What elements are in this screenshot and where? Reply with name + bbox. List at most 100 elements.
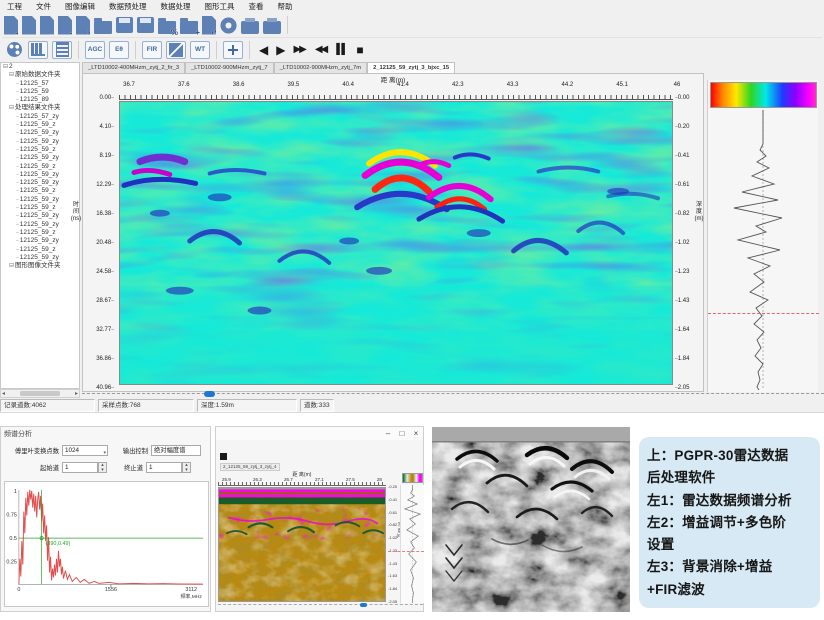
fir-button[interactable]: FIR: [142, 41, 162, 59]
depth-tick-label: 0.00: [675, 95, 705, 101]
menu-item[interactable]: 查看: [242, 1, 271, 12]
gain-scroll-thumb[interactable]: [360, 603, 367, 607]
gain-radargram-image[interactable]: [218, 487, 386, 602]
tree-item[interactable]: 12125_59_zy: [1, 254, 79, 262]
scroll-left-arrow[interactable]: ◂: [2, 390, 5, 397]
document-tab[interactable]: _LTD10002-400MHzm_zytj_2_fir_3: [82, 62, 185, 73]
toolbar-icon[interactable]: ×: [76, 16, 90, 35]
tree-item[interactable]: 12125_59_zy: [1, 196, 79, 204]
toolbar-icon[interactable]: [241, 21, 259, 34]
menu-item[interactable]: 图形工具: [198, 1, 242, 12]
tree-item[interactable]: 12125_59_z: [1, 187, 79, 195]
tree-item[interactable]: 12125_59_z: [1, 163, 79, 171]
spectrum-plot[interactable]: 1 0.75 0.5 0.25 0 1556 3112 频率,MHz (390,…: [4, 481, 209, 607]
menu-item[interactable]: 数据处理: [154, 1, 198, 12]
toolbar-icon[interactable]: [94, 21, 112, 34]
toolbar-icon[interactable]: +: [4, 16, 18, 35]
scroll-right-arrow[interactable]: ▸: [75, 390, 78, 397]
y-tick-label: 28.67: [83, 298, 117, 304]
toolbar-icon[interactable]: %: [158, 21, 176, 34]
minimize-button[interactable]: –: [381, 428, 395, 439]
playback-button[interactable]: ■: [356, 43, 361, 57]
document-tab[interactable]: _LTD10002-900MHzm_zytj_7m: [274, 62, 367, 73]
playback-button[interactable]: ▶: [276, 43, 283, 57]
menu-item[interactable]: 工程: [0, 1, 29, 12]
tree-scroll-thumb[interactable]: [20, 391, 60, 396]
tree-item[interactable]: 原始数据文件夹: [1, 71, 79, 79]
end-trace-spinner[interactable]: ▴▾: [182, 462, 191, 473]
toolbar-icon[interactable]: −: [58, 16, 72, 35]
close-button[interactable]: ×: [409, 428, 423, 439]
playback-button[interactable]: ▶▶: [293, 44, 304, 55]
svg-text:频率,MHz: 频率,MHz: [180, 593, 202, 600]
list-icon[interactable]: [52, 41, 72, 59]
tree-item[interactable]: 处理结果文件夹: [1, 104, 79, 112]
plot-h-scrollbar[interactable]: [82, 393, 824, 398]
agc-button[interactable]: AGC: [85, 41, 105, 59]
brush-icon[interactable]: [166, 41, 186, 59]
wt-button[interactable]: WT: [190, 41, 210, 59]
gray-radargram-image: [432, 427, 630, 612]
icon-badge: →: [48, 29, 56, 38]
tree-h-scrollbar[interactable]: ◂ ▸: [0, 389, 80, 398]
trace-waveform[interactable]: [710, 110, 817, 390]
playback-button[interactable]: ◀: [259, 43, 266, 57]
tree-item[interactable]: 12125_59_zy: [1, 237, 79, 245]
tree-item[interactable]: 12125_59_zy: [1, 154, 79, 162]
gain-h-scrollbar[interactable]: [218, 604, 423, 608]
plot-scroll-thumb[interactable]: [204, 391, 215, 397]
end-trace-input[interactable]: 1: [146, 462, 182, 473]
tree-item[interactable]: 12125_57: [1, 80, 79, 88]
toolbar-icon[interactable]: →: [40, 16, 54, 35]
etheta-button[interactable]: Eθ: [109, 41, 129, 59]
caption-line: 左2：增益调节+多色阶: [647, 512, 812, 534]
tree-item[interactable]: 12125_59_z: [1, 121, 79, 129]
menu-item[interactable]: 文件: [29, 1, 58, 12]
tree-item[interactable]: 12125_59_zy: [1, 221, 79, 229]
palette-icon[interactable]: [4, 41, 24, 59]
maximize-button[interactable]: □: [395, 428, 409, 439]
toolbar-icon[interactable]: [263, 21, 281, 34]
y-tick-label: 20.48: [83, 240, 117, 246]
fft-points-select[interactable]: 1024▾: [62, 445, 108, 456]
toolbar-icon[interactable]: [220, 17, 237, 34]
svg-text:1556: 1556: [105, 587, 117, 593]
y-tick-label: 16.38: [83, 211, 117, 217]
menu-item[interactable]: 帮助: [271, 1, 300, 12]
gain-trace-waveform[interactable]: [400, 485, 424, 603]
radargram-image[interactable]: [119, 101, 673, 385]
playback-button[interactable]: ▌▌: [336, 44, 346, 55]
toolbar-icon[interactable]: [116, 17, 133, 33]
tree-item[interactable]: 12125_59_zy: [1, 138, 79, 146]
document-tab[interactable]: _LTD10002-900MHzm_zytj_7: [185, 62, 274, 73]
tree-item[interactable]: 12125_57_zy: [1, 113, 79, 121]
x-tick-label: 43.3: [501, 82, 525, 88]
icon-badge: ↺: [211, 29, 218, 38]
tree-item[interactable]: 12125_59_zy: [1, 129, 79, 137]
menu-item[interactable]: 图像编辑: [58, 1, 102, 12]
tree-item[interactable]: 12125_59_zy: [1, 212, 79, 220]
tree-item[interactable]: 12125_59_z: [1, 229, 79, 237]
gain-document-tab[interactable]: 2_12125_59_zytj_3_zytj_4: [220, 463, 280, 471]
toolbar-icon[interactable]: [137, 17, 154, 33]
tree-item[interactable]: 12125_59_z: [1, 204, 79, 212]
playback-button[interactable]: ◀◀: [315, 44, 326, 55]
start-trace-input[interactable]: 1: [62, 462, 98, 473]
svg-text:3112: 3112: [185, 587, 197, 593]
tree-item[interactable]: 图形图像文件夹: [1, 262, 79, 270]
toolbar-icon[interactable]: [22, 16, 36, 35]
toolbar-icon[interactable]: ↺: [202, 16, 216, 35]
tree-item[interactable]: 12125_59_z: [1, 146, 79, 154]
histogram-icon[interactable]: [28, 41, 48, 59]
output-control-value[interactable]: 绝对幅度谱: [151, 445, 201, 456]
crosshair-icon[interactable]: [223, 41, 243, 59]
tree-item[interactable]: 12125_59_z: [1, 246, 79, 254]
tree-item[interactable]: 12125_59_zy: [1, 171, 79, 179]
tree-item[interactable]: 12125_59_zy: [1, 179, 79, 187]
start-trace-spinner[interactable]: ▴▾: [98, 462, 107, 473]
tree-item[interactable]: 12125_59: [1, 88, 79, 96]
document-tab[interactable]: 2_12125_59_zytj_3_bjxc_15: [367, 62, 455, 73]
toolbar-icon[interactable]: +: [180, 21, 198, 34]
depth-tick-label: 1.64: [675, 327, 705, 333]
menu-item[interactable]: 数据预处理: [102, 1, 154, 12]
